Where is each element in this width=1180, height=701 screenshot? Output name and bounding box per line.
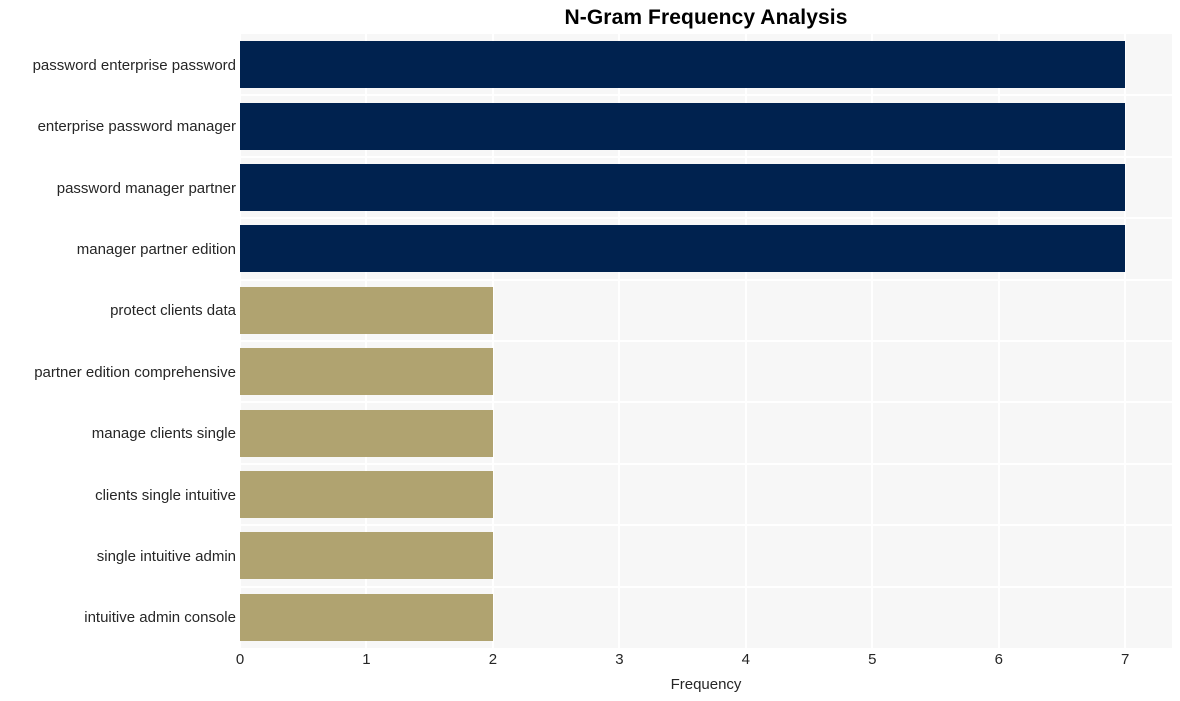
- x-axis-tick-label: 5: [868, 651, 877, 668]
- bar[interactable]: [240, 102, 1126, 150]
- y-axis-tick-label: password manager partner: [56, 179, 236, 197]
- x-axis-label: Frequency: [670, 676, 742, 693]
- gridline-horizontal: [240, 462, 1172, 465]
- gridline-horizontal: [240, 94, 1172, 97]
- bar[interactable]: [240, 348, 493, 396]
- gridline-horizontal: [240, 524, 1172, 527]
- x-axis-tick-label: 7: [1121, 651, 1130, 668]
- gridline-horizontal: [240, 401, 1172, 404]
- y-axis-tick-label: intuitive admin console: [84, 609, 236, 627]
- gridline-horizontal: [240, 340, 1172, 342]
- bar[interactable]: [240, 409, 493, 457]
- bar[interactable]: [240, 471, 493, 518]
- bar[interactable]: [240, 532, 493, 580]
- y-axis-tick-label: manager partner edition: [76, 240, 236, 258]
- y-axis-tick-label: clients single intuitive: [95, 486, 236, 504]
- y-axis-tick-label: password enterprise password: [32, 56, 236, 74]
- x-axis-tick-label: 4: [741, 651, 750, 668]
- y-axis-tick-label: manage clients single: [91, 425, 236, 443]
- bar[interactable]: [240, 164, 1126, 211]
- x-axis-tick-label: 3: [615, 651, 624, 668]
- chart-title: N-Gram Frequency Analysis: [564, 6, 848, 29]
- bar[interactable]: [240, 286, 493, 334]
- x-axis-tick-label: 0: [235, 651, 245, 668]
- bar[interactable]: [240, 593, 493, 641]
- y-axis-tick-label: single intuitive admin: [96, 547, 236, 565]
- gridline-horizontal: [240, 155, 1172, 158]
- y-axis-tick-label: enterprise password manager: [37, 118, 236, 136]
- plot-area: [240, 34, 1172, 648]
- bar[interactable]: [240, 41, 1126, 89]
- bar[interactable]: [240, 225, 1126, 273]
- x-axis-tick-label: 2: [488, 651, 498, 668]
- y-axis-tick-label: partner edition comprehensive: [34, 363, 236, 381]
- gridline-horizontal: [240, 217, 1172, 220]
- gridline-horizontal: [240, 585, 1172, 588]
- x-axis-tick-label: 1: [362, 651, 371, 668]
- gridline-horizontal: [240, 278, 1172, 281]
- y-axis-tick-label: protect clients data: [110, 302, 236, 320]
- chart-figure: N-Gram Frequency Analysis password enter…: [0, 0, 1180, 701]
- x-axis-tick-label: 6: [994, 651, 1003, 668]
